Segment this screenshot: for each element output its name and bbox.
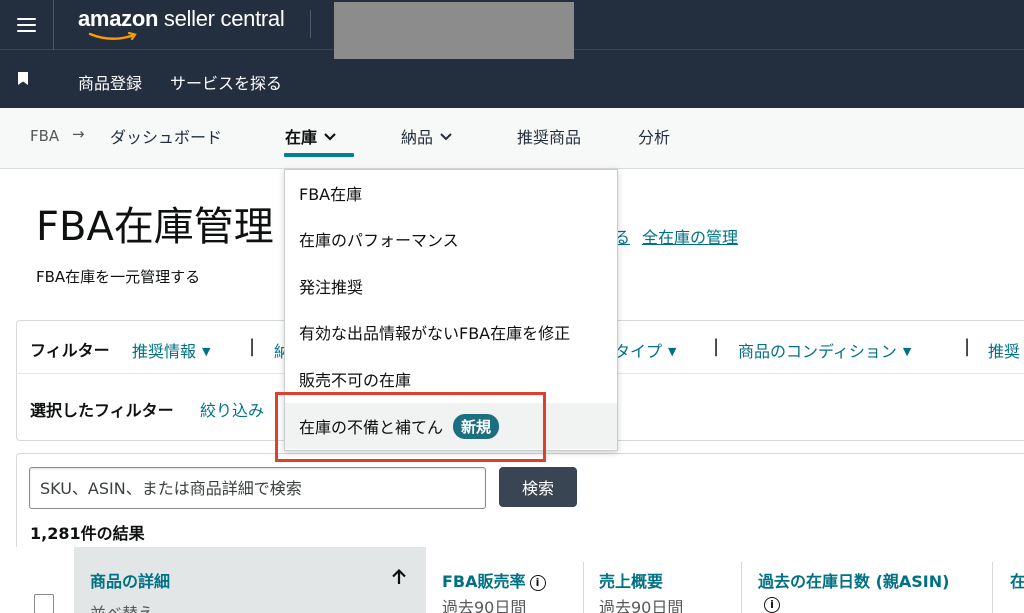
menu-item-fix-stranded-inventory[interactable]: 有効な出品情報がないFBA在庫を修正 (285, 309, 617, 355)
active-tab-indicator (284, 153, 354, 157)
menu-item-unfulfillable-inventory[interactable]: 販売不可の在庫 (285, 356, 617, 402)
filter-condition[interactable]: 商品のコンディション ▼ (738, 338, 911, 362)
filter-recommended[interactable]: 推奨 (988, 338, 1020, 362)
select-all-checkbox[interactable] (34, 594, 54, 613)
tab-inventory[interactable]: 在庫 (285, 124, 337, 148)
filter-separator: | (964, 336, 971, 357)
column-fba-sell-through-label: FBA販売率 (442, 572, 526, 591)
column-fba-sell-through[interactable]: FBA販売率 i (442, 568, 546, 592)
filter-recommendation-label: 推奨情報 (132, 342, 197, 361)
tab-recommended-label: 推奨商品 (517, 128, 582, 147)
chevron-down-icon (440, 132, 452, 140)
column-fba-sell-through-sub: 過去90日間 (442, 598, 527, 613)
menu-item-inventory-reconciliation[interactable]: 在庫の不備と補てん 新規 (285, 403, 617, 449)
breadcrumb-arrow-icon: → (72, 125, 85, 143)
amazon-seller-central-logo[interactable]: amazon seller central (78, 6, 298, 41)
column-product-details[interactable]: 商品の詳細 (90, 568, 170, 592)
menu-button[interactable] (0, 0, 54, 50)
menu-item-reconciliation-label: 在庫の不備と補てん (299, 418, 444, 437)
column-product-sub: 並べ替え (90, 600, 154, 613)
menu-item-inventory-performance[interactable]: 在庫のパフォーマンス (285, 216, 617, 262)
column-days-of-supply[interactable]: 過去の在庫日数 (親ASIN) (758, 568, 949, 592)
column-separator (741, 562, 742, 613)
caret-down-icon: ▼ (902, 345, 912, 358)
inventory-dropdown-menu: FBA在庫 在庫のパフォーマンス 発注推奨 有効な出品情報がないFBA在庫を修正… (284, 169, 618, 451)
filter-condition-label: 商品のコンディション (738, 342, 897, 361)
menu-item-restock-recommendations[interactable]: 発注推奨 (285, 263, 617, 309)
redacted-area (334, 2, 574, 59)
filter-type[interactable]: タイプ ▼ (614, 338, 676, 362)
tab-analytics[interactable]: 分析 (638, 124, 670, 148)
column-separator (583, 562, 584, 613)
tab-shipments[interactable]: 納品 (401, 124, 453, 148)
tab-dashboard-label: ダッシュボード (110, 128, 223, 147)
column-sales-overview-sub: 過去90日間 (599, 598, 684, 613)
hamburger-icon (17, 18, 36, 20)
bookmark-icon[interactable] (18, 72, 28, 85)
column-partial[interactable]: 在 (1010, 568, 1024, 592)
logo-bold: amazon (78, 6, 159, 31)
tab-shipments-label: 納品 (401, 128, 434, 147)
subnav-explore-services[interactable]: サービスを探る (170, 70, 282, 94)
page-subtitle: FBA在庫を一元管理する (36, 268, 201, 286)
result-count: 1,281件の結果 (30, 524, 145, 543)
hamburger-icon-line (17, 30, 36, 32)
logo-rest: seller central (158, 6, 285, 31)
tab-recommended-products[interactable]: 推奨商品 (517, 124, 581, 148)
page-title: FBA在庫管理 (36, 204, 274, 250)
amazon-smile-icon (88, 32, 137, 41)
info-icon[interactable]: i (529, 575, 546, 591)
filter-label: フィルター (30, 341, 110, 360)
narrow-down-link[interactable]: 絞り込み (200, 397, 264, 421)
column-separator (992, 562, 993, 613)
manage-all-inventory-link[interactable]: 全在庫の管理 (642, 224, 738, 248)
caret-down-icon: ▼ (202, 345, 211, 358)
info-icon[interactable]: i (764, 597, 780, 613)
logo-text: amazon seller central (78, 6, 285, 32)
tab-inventory-label: 在庫 (285, 128, 318, 147)
filter-recommendation[interactable]: 推奨情報 ▼ (132, 338, 210, 362)
search-input[interactable] (29, 467, 486, 509)
hamburger-icon-line (17, 24, 36, 26)
chevron-down-icon (324, 132, 336, 141)
tab-analytics-label: 分析 (638, 128, 671, 147)
subnav-product-listing[interactable]: 商品登録 (78, 70, 142, 94)
filter-separator: | (713, 336, 720, 357)
search-button[interactable]: 検索 (499, 467, 577, 507)
caret-down-icon: ▼ (668, 345, 677, 358)
filter-type-label: タイプ (614, 342, 663, 361)
new-badge: 新規 (453, 413, 500, 439)
column-sales-overview[interactable]: 売上概要 (599, 568, 663, 592)
sort-up-arrow-icon[interactable] (390, 568, 408, 586)
menu-item-fba-inventory[interactable]: FBA在庫 (285, 170, 617, 216)
selected-filters-label: 選択したフィルター (30, 401, 174, 420)
filter-separator: | (249, 336, 256, 357)
breadcrumb-fba[interactable]: FBA (30, 127, 59, 145)
header-divider (310, 10, 311, 38)
tab-dashboard[interactable]: ダッシュボード (110, 124, 222, 148)
